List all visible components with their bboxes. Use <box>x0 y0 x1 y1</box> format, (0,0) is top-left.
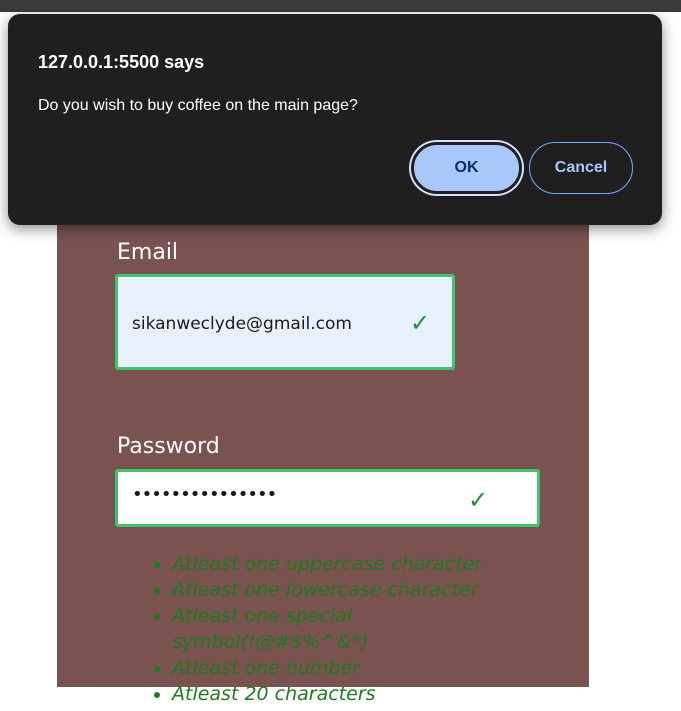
requirement-uppercase: Atleast one uppercase character <box>172 551 520 577</box>
email-valid-check-icon: ✓ <box>410 309 431 337</box>
email-field[interactable]: sikanweclyde@gmail.com ✓ <box>115 274 455 370</box>
email-label: Email <box>117 240 179 265</box>
ok-button[interactable]: OK <box>411 142 522 194</box>
browser-top-bar <box>0 0 681 12</box>
password-field[interactable]: ••••••••••••••• ✓ <box>115 469 540 527</box>
password-valid-check-icon: ✓ <box>468 486 489 514</box>
requirement-length: Atleast 20 characters <box>172 681 520 707</box>
requirement-lowercase: Atleast one lowercase character <box>172 577 520 603</box>
requirement-special-symbol: Atleast one special symbol(!@#$%^&*) <box>172 603 520 655</box>
email-value: sikanweclyde@gmail.com <box>132 314 352 334</box>
password-value: ••••••••••••••• <box>132 484 277 505</box>
password-label: Password <box>117 434 220 459</box>
dialog-origin-title: 127.0.0.1:5500 says <box>38 52 205 72</box>
password-requirements-list: Atleast one uppercase character Atleast … <box>140 551 520 707</box>
requirement-number: Atleast one number <box>172 655 520 681</box>
dialog-message: Do you wish to buy coffee on the main pa… <box>38 97 358 114</box>
alert-dialog: 127.0.0.1:5500 says Do you wish to buy c… <box>8 14 662 225</box>
cancel-button[interactable]: Cancel <box>529 142 633 194</box>
